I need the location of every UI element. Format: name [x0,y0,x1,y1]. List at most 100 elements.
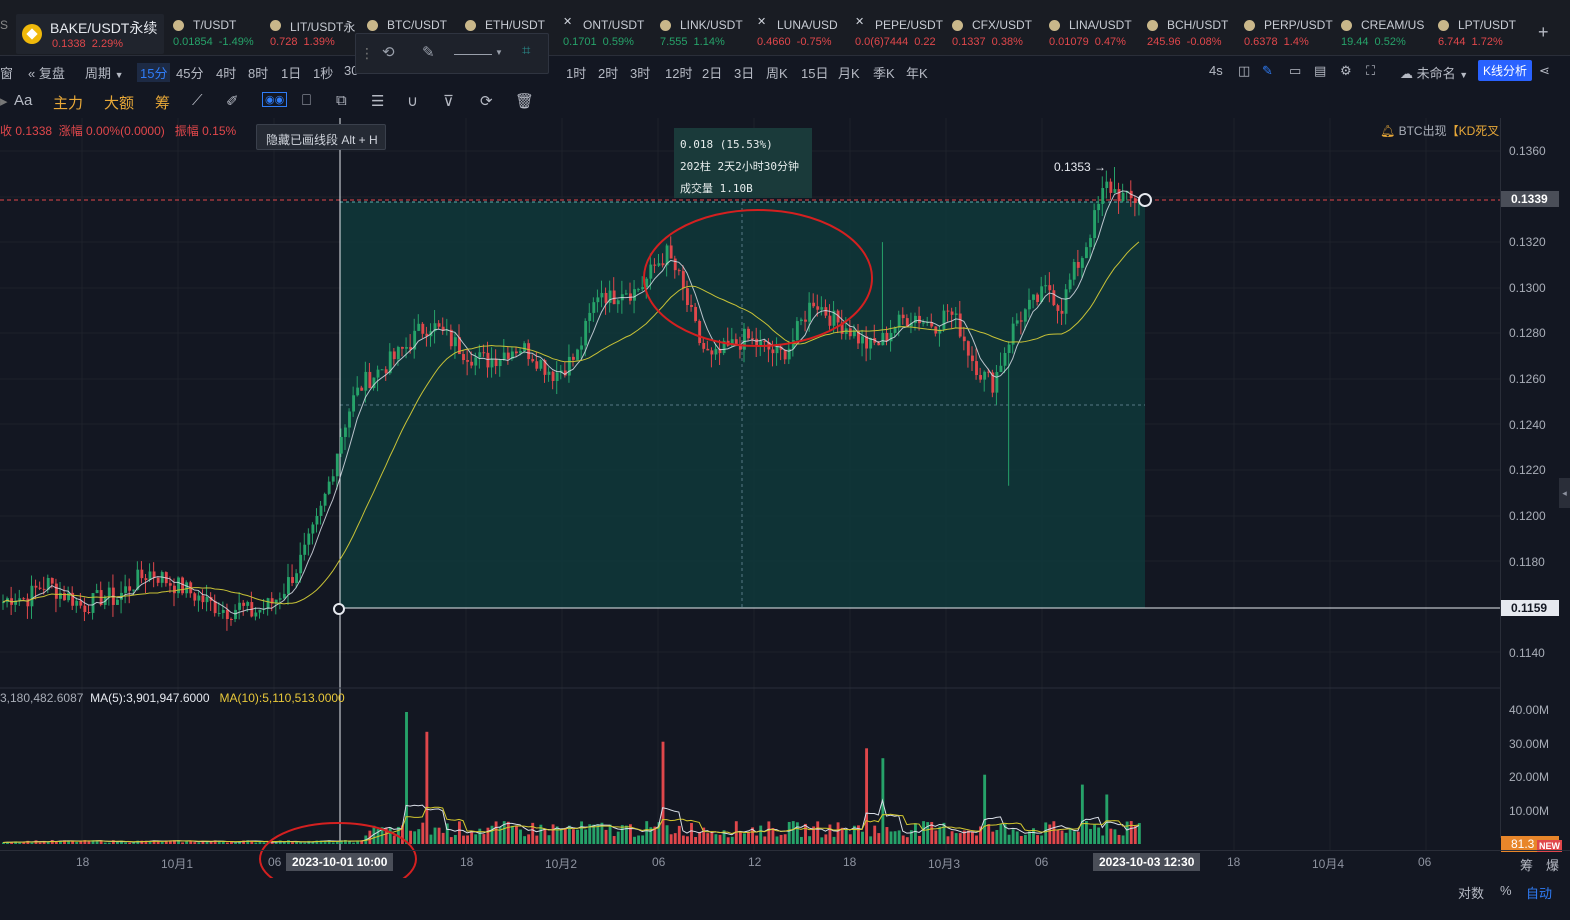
chip-indicator[interactable]: 筹 [155,92,170,113]
candle-body [225,609,229,620]
bake-coin-icon [22,24,42,44]
ticker-7[interactable]: ✕ PEPE/USDT 0.0(6)7444 0.22 [855,14,950,52]
period-15m[interactable]: 15分 [137,63,171,82]
price-chart[interactable] [0,118,1570,878]
volume-bar [975,835,978,844]
layout-name-dropdown[interactable]: ☁ 未命名 ▼ [1400,63,1468,82]
liquidation-toggle[interactable]: 爆 [1546,855,1559,874]
period-8[interactable]: 月K [838,63,860,82]
edit-list-icon[interactable]: ☰ [371,92,384,110]
period-7[interactable]: 15日 [801,63,828,82]
time-tick-label: 18 [1227,855,1241,869]
fullscreen-icon[interactable]: ⛶ [1366,63,1375,79]
measure-start-handle[interactable] [333,603,345,615]
volume-bar [958,833,962,844]
ticker-13[interactable]: LPT/USDT 6.744 1.72% [1438,14,1533,52]
magnet-icon[interactable]: ∪ [407,92,418,110]
ticker-11[interactable]: PERP/USDT 0.6378 1.4% [1244,14,1339,52]
period-6[interactable]: 周K [766,63,788,82]
ticker-6[interactable]: ✕ LUNA/USD 0.4660 -0.75% [757,14,852,52]
copy-icon[interactable]: ⧉ [336,92,347,109]
candle-body [783,349,787,360]
window-button[interactable]: 窗 [0,63,13,82]
period-4[interactable]: 2日 [702,63,722,82]
period-2[interactable]: 3时 [630,63,650,82]
chip-toggle[interactable]: 筹 [1520,855,1533,874]
hide-drawings-icon[interactable]: ◉◉ [262,92,288,107]
line-style-sample[interactable] [454,54,492,55]
period-1[interactable]: 2时 [598,63,618,82]
candle-body [287,577,290,594]
period-5[interactable]: 3日 [734,63,754,82]
period-0[interactable]: 1时 [566,63,586,82]
candle-body [462,354,465,361]
volume-bar [954,833,958,844]
cloud-icon: ☁ [1400,66,1413,81]
volume-bar [596,824,600,844]
period-1s[interactable]: 1秒 [313,63,333,82]
log-scale-toggle[interactable]: 对数 [1458,883,1484,902]
candle-body [820,307,824,310]
text-tool[interactable]: Aa [14,92,32,109]
large-order-indicator[interactable]: 大额 [104,92,134,113]
chevron-down-icon[interactable]: ▼ [495,48,503,57]
volume-bar [848,834,852,844]
ticker-0[interactable]: T/USDT 0.01854 -1.49% [173,14,268,52]
axis-collapse-handle[interactable]: ◂ [1559,478,1570,508]
ruler-icon[interactable]: ⟋ [192,92,203,109]
percent-scale-toggle[interactable]: % [1500,883,1512,898]
ticker-1[interactable]: LIT/USDT永 0.728 1.39% [270,14,365,52]
replay-button[interactable]: « 复盘 [28,63,65,82]
chart-icon[interactable]: ⌗ [522,42,530,59]
brush-icon[interactable]: ✎ [422,43,435,61]
camera-icon[interactable]: ◫ [1238,63,1250,79]
pen-tool-icon[interactable]: ✐ [226,92,239,110]
k-analysis-button[interactable]: K线分析 [1478,60,1533,81]
ticker-10[interactable]: BCH/USDT 245.96 -0.08% [1147,14,1242,52]
ticker-4[interactable]: ✕ ONT/USDT 0.1701 0.59% [563,14,658,52]
volume-bar [470,832,474,844]
refresh-interval[interactable]: 4s [1209,63,1223,78]
add-ticker-icon[interactable]: + [1538,22,1549,43]
period-dropdown[interactable]: 周期 ▼ [85,63,124,82]
period-4h[interactable]: 4时 [216,63,236,82]
period-1d[interactable]: 1日 [281,63,301,82]
filter-icon[interactable]: ⊽ [443,92,454,110]
volume-bar [897,830,901,844]
lock-icon[interactable]: ⎕ [302,92,311,109]
period-3[interactable]: 12时 [665,63,692,82]
candle-body [669,245,673,259]
period-45m[interactable]: 45分 [176,63,203,82]
price-tick-label: 0.1240 [1509,418,1546,432]
template-icon[interactable]: ▤ [1314,63,1326,79]
ticker-name: CFX/USDT [972,18,1032,32]
drag-handle-icon[interactable]: ⋮ [360,45,374,62]
layout-icon[interactable]: ▭ [1289,63,1301,79]
period-9[interactable]: 季K [873,63,895,82]
measure-end-handle[interactable] [1138,193,1152,207]
period-10[interactable]: 年K [906,63,928,82]
pencil-icon[interactable]: ✎ [1262,63,1273,79]
share-icon[interactable]: ⋖ [1539,63,1550,79]
main-force-indicator[interactable]: 主力 [53,92,83,113]
period-8h[interactable]: 8时 [248,63,268,82]
volume-bar [510,825,514,844]
ticker-12[interactable]: CREAM/US 19.44 0.52% [1341,14,1436,52]
ticker-5[interactable]: LINK/USDT 7.555 1.14% [660,14,755,52]
active-symbol-tab[interactable]: BAKE/USDT永续 0.1338 2.29% [16,14,164,54]
template-icon[interactable]: ⟲ [382,43,395,61]
volume-bar [804,823,807,844]
coin-icon [660,20,671,31]
trash-icon[interactable]: 🗑 [515,92,534,110]
time-axis[interactable]: 2023-10-01 10:00 2023-10-03 12:30 筹 爆 18… [0,850,1570,874]
auto-scale-toggle[interactable]: 自动 [1526,883,1552,902]
volume-bar [197,842,201,844]
volume-bar [348,841,351,844]
candle-body [1044,285,1048,287]
ticker-9[interactable]: LINA/USDT 0.01079 0.47% [1049,14,1144,52]
candle-body [808,302,812,322]
candle-body [258,609,262,613]
sync-icon[interactable]: ⟳ [480,92,493,110]
ticker-8[interactable]: CFX/USDT 0.1337 0.38% [952,14,1047,52]
settings-gear-icon[interactable]: ⚙ [1340,63,1352,79]
